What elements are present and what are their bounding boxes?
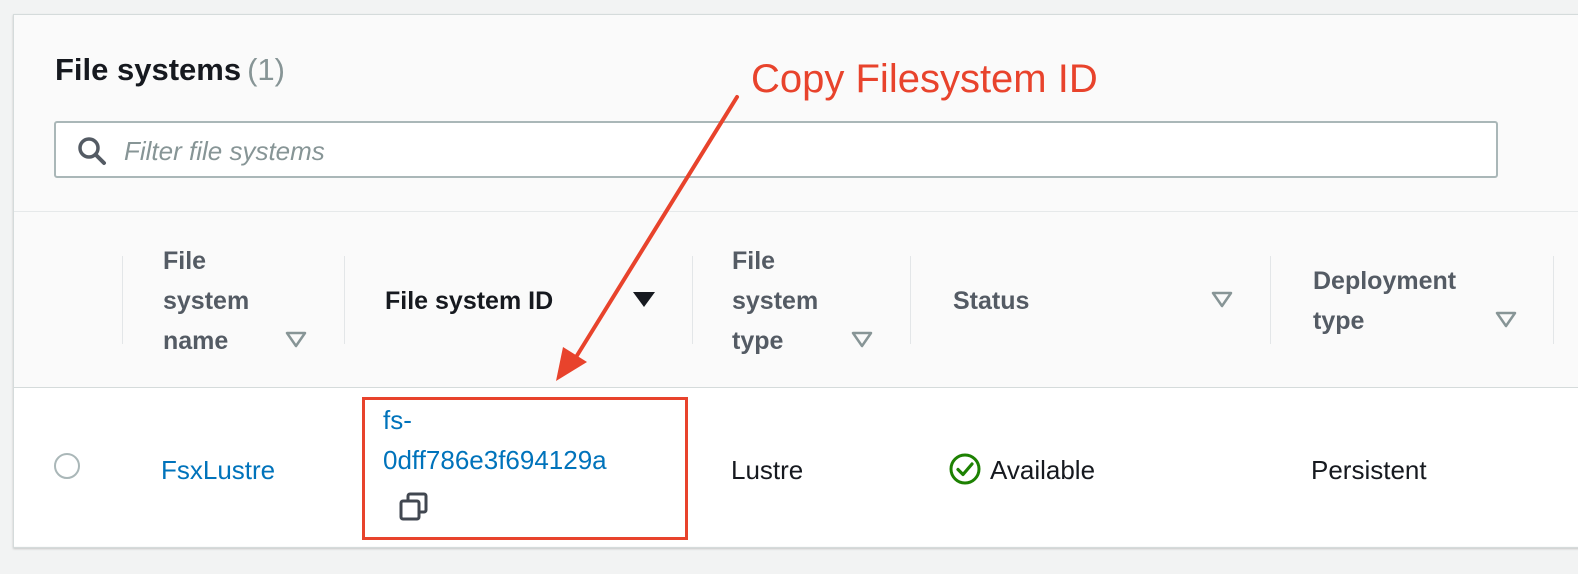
column-header-status[interactable]: Status <box>953 281 1029 321</box>
highlight-box <box>362 397 688 540</box>
status-value: Available <box>990 455 1096 485</box>
header-line: system <box>163 287 250 315</box>
header-line: name <box>163 327 229 355</box>
sort-unsorted-icon[interactable] <box>851 331 873 349</box>
file-system-type-value: Lustre <box>731 455 804 485</box>
column-header-deployment-type[interactable]: Deployment type <box>1313 261 1456 341</box>
column-separator <box>910 256 911 344</box>
column-separator <box>1553 256 1554 344</box>
column-separator <box>692 256 693 344</box>
row-select-radio[interactable] <box>54 453 80 479</box>
check-circle-icon <box>949 453 981 485</box>
sort-unsorted-icon[interactable] <box>1495 311 1517 329</box>
header-line: File system ID <box>385 287 554 315</box>
sort-unsorted-icon[interactable] <box>285 331 307 349</box>
column-separator <box>1270 256 1271 344</box>
sort-descending-icon[interactable] <box>632 291 656 309</box>
annotation-label: Copy Filesystem ID <box>751 57 1098 101</box>
header-line: File <box>732 247 776 275</box>
column-separator <box>344 256 345 344</box>
column-header-file-system-type[interactable]: File system type <box>732 241 818 361</box>
search-icon <box>78 137 106 165</box>
deployment-type-value: Persistent <box>1311 455 1427 485</box>
filter-search-box[interactable] <box>54 121 1498 178</box>
sort-unsorted-icon[interactable] <box>1211 291 1233 309</box>
header-line: type <box>1313 307 1365 335</box>
header-line: Status <box>953 287 1030 315</box>
title-text: File systems <box>55 52 242 87</box>
column-header-file-system-name[interactable]: File system name <box>163 241 249 361</box>
header-line: File <box>163 247 207 275</box>
page-title: File systems (1) <box>55 52 285 88</box>
header-line: Deployment <box>1313 267 1457 295</box>
column-header-file-system-id[interactable]: File system ID <box>385 281 553 321</box>
file-system-name-link[interactable]: FsxLustre <box>161 455 275 486</box>
column-separator <box>122 256 123 344</box>
header-line: type <box>732 327 784 355</box>
filter-input[interactable] <box>122 133 1486 169</box>
title-count: (1) <box>247 52 285 87</box>
header-line: system <box>732 287 819 315</box>
